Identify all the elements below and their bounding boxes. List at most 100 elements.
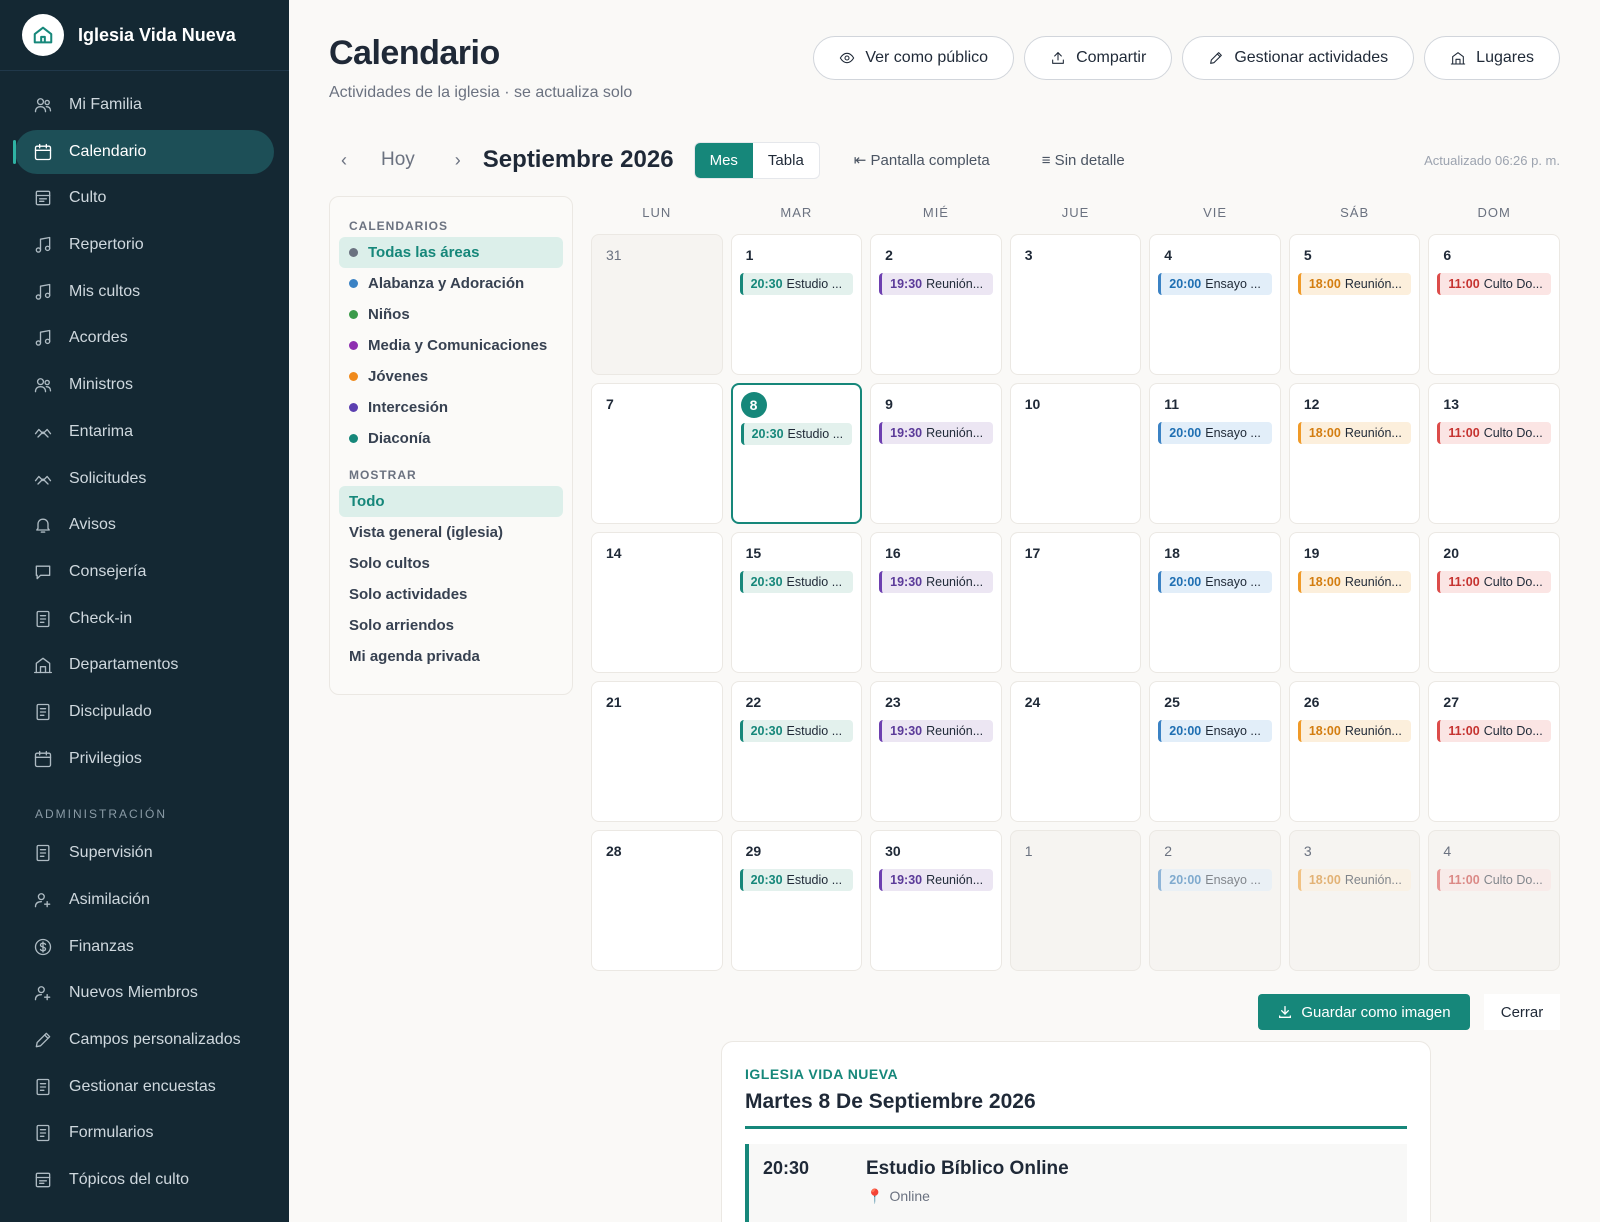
calendar-day-cell[interactable]: 20 11:00 Culto Do... [1428, 532, 1560, 673]
calendar-day-cell[interactable]: 23 19:30 Reunión... [870, 681, 1002, 822]
calendar-filter-item[interactable]: Niños [339, 299, 563, 330]
sidebar-item-privilegios[interactable]: Privilegios [15, 737, 274, 781]
sidebar-item-topicos-del-culto[interactable]: Tópicos del culto [15, 1158, 274, 1202]
calendar-day-cell[interactable]: 10 [1009, 383, 1142, 524]
calendar-event-chip[interactable]: 20:00 Ensayo ... [1158, 720, 1272, 742]
calendar-day-cell[interactable]: 7 [591, 383, 723, 524]
calendar-event-chip[interactable]: 18:00 Reunión... [1297, 422, 1412, 444]
calendar-day-cell[interactable]: 8 20:30 Estudio ... [730, 383, 863, 524]
sidebar-item-avisos[interactable]: Avisos [15, 503, 274, 547]
calendar-day-cell[interactable]: 1 20:30 Estudio ... [730, 234, 863, 375]
fullscreen-button[interactable]: ⇤ Pantalla completa [854, 151, 990, 169]
today-button[interactable]: Hoy [381, 149, 415, 171]
calendar-day-cell[interactable]: 3 18:00 Reunión... [1288, 830, 1421, 971]
calendar-event-chip[interactable]: 20:00 Ensayo ... [1158, 571, 1272, 593]
calendar-event-chip[interactable]: 19:30 Reunión... [879, 720, 993, 742]
calendar-day-cell[interactable]: 27 11:00 Culto Do... [1428, 681, 1560, 822]
calendar-day-cell[interactable]: 2 19:30 Reunión... [870, 234, 1002, 375]
calendar-event-chip[interactable]: 20:00 Ensayo ... [1158, 273, 1272, 295]
calendar-event-chip[interactable]: 20:30 Estudio ... [739, 869, 854, 891]
calendar-event-chip[interactable]: 18:00 Reunión... [1297, 273, 1412, 295]
sidebar-item-finanzas[interactable]: Finanzas [15, 925, 274, 969]
calendar-filter-item[interactable]: Intercesión [339, 392, 563, 423]
calendar-day-cell[interactable]: 14 [591, 532, 723, 673]
calendar-event-chip[interactable]: 11:00 Culto Do... [1437, 869, 1551, 891]
sidebar-item-repertorio[interactable]: Repertorio [15, 223, 274, 267]
sidebar-item-nuevos-miembros[interactable]: Nuevos Miembros [15, 971, 274, 1015]
sidebar-item-gestionar-encuestas[interactable]: Gestionar encuestas [15, 1065, 274, 1109]
calendar-day-cell[interactable]: 26 18:00 Reunión... [1288, 681, 1421, 822]
sidebar-item-acordes[interactable]: Acordes [15, 316, 274, 360]
calendar-day-cell[interactable]: 19 18:00 Reunión... [1288, 532, 1421, 673]
sidebar-item-solicitudes[interactable]: Solicitudes [15, 457, 274, 501]
calendar-event-chip[interactable]: 19:30 Reunión... [879, 273, 993, 295]
calendar-day-cell[interactable]: 24 [1009, 681, 1142, 822]
calendar-event-chip[interactable]: 19:30 Reunión... [879, 869, 993, 891]
calendar-day-cell[interactable]: 12 18:00 Reunión... [1288, 383, 1421, 524]
calendar-event-chip[interactable]: 11:00 Culto Do... [1437, 571, 1551, 593]
calendar-day-cell[interactable]: 3 [1009, 234, 1142, 375]
calendar-event-chip[interactable]: 19:30 Reunión... [879, 571, 993, 593]
calendar-day-cell[interactable]: 5 18:00 Reunión... [1288, 234, 1421, 375]
sidebar-item-departamentos[interactable]: Departamentos [15, 643, 274, 687]
calendar-event-chip[interactable]: 18:00 Reunión... [1297, 720, 1412, 742]
calendar-day-cell[interactable]: 28 [591, 830, 723, 971]
calendar-event-chip[interactable]: 11:00 Culto Do... [1437, 273, 1551, 295]
calendar-event-chip[interactable]: 20:30 Estudio ... [739, 720, 854, 742]
sidebar-item-campos-personalizados[interactable]: Campos personalizados [15, 1018, 274, 1062]
calendar-day-cell[interactable]: 13 11:00 Culto Do... [1428, 383, 1560, 524]
sidebar-item-mi-familia[interactable]: Mi Familia [15, 83, 274, 127]
view-month-tab[interactable]: Mes [694, 142, 753, 178]
calendar-event-chip[interactable]: 20:00 Ensayo ... [1158, 422, 1272, 444]
show-filter-item[interactable]: Todo [339, 486, 563, 517]
calendar-day-cell[interactable]: 15 20:30 Estudio ... [730, 532, 863, 673]
sidebar-item-mis-cultos[interactable]: Mis cultos [15, 270, 274, 314]
card-event[interactable]: 20:30 Estudio Bíblico Online 📍 Online [745, 1144, 1407, 1222]
lugares-button[interactable]: Lugares [1424, 36, 1560, 80]
show-filter-item[interactable]: Solo arriendos [339, 610, 563, 641]
sidebar-item-consejeria[interactable]: Consejería [15, 550, 274, 594]
ver-como-publico-button[interactable]: Ver como público [813, 36, 1015, 80]
prev-month-button[interactable]: ‹ [329, 150, 359, 171]
calendar-day-cell[interactable]: 17 [1009, 532, 1142, 673]
calendar-event-chip[interactable]: 18:00 Reunión... [1297, 869, 1412, 891]
brand[interactable]: Iglesia Vida Nueva [0, 0, 289, 71]
compartir-button[interactable]: Compartir [1024, 36, 1173, 80]
sidebar-item-asimilacion[interactable]: Asimilación [15, 878, 274, 922]
calendar-day-cell[interactable]: 29 20:30 Estudio ... [730, 830, 863, 971]
view-table-tab[interactable]: Tabla [753, 143, 819, 178]
calendar-day-cell[interactable]: 4 11:00 Culto Do... [1428, 830, 1560, 971]
sidebar-item-check-in[interactable]: Check-in [15, 597, 274, 641]
calendar-event-chip[interactable]: 20:00 Ensayo ... [1158, 869, 1272, 891]
sidebar-item-entarima[interactable]: Entarima [15, 410, 274, 454]
show-filter-item[interactable]: Solo cultos [339, 548, 563, 579]
calendar-day-cell[interactable]: 25 20:00 Ensayo ... [1149, 681, 1281, 822]
calendar-filter-item[interactable]: Diaconía [339, 423, 563, 454]
save-as-image-button[interactable]: Guardar como imagen [1258, 994, 1470, 1030]
calendar-day-cell[interactable]: 18 20:00 Ensayo ... [1149, 532, 1281, 673]
calendar-event-chip[interactable]: 11:00 Culto Do... [1437, 720, 1551, 742]
sidebar-item-supervision[interactable]: Supervisión [15, 831, 274, 875]
show-filter-item[interactable]: Mi agenda privada [339, 641, 563, 672]
calendar-event-chip[interactable]: 19:30 Reunión... [879, 422, 993, 444]
sidebar-item-calendario[interactable]: Calendario [13, 129, 274, 174]
calendar-day-cell[interactable]: 31 [591, 234, 723, 375]
calendar-filter-item[interactable]: Alabanza y Adoración [339, 268, 563, 299]
sidebar-item-discipulado[interactable]: Discipulado [15, 690, 274, 734]
gestionar-actividades-button[interactable]: Gestionar actividades [1182, 36, 1415, 80]
calendar-event-chip[interactable]: 18:00 Reunión... [1297, 571, 1412, 593]
sidebar-item-culto[interactable]: Culto [15, 176, 274, 220]
close-button[interactable]: Cerrar [1484, 994, 1560, 1030]
calendar-day-cell[interactable]: 4 20:00 Ensayo ... [1149, 234, 1281, 375]
show-filter-item[interactable]: Vista general (iglesia) [339, 517, 563, 548]
calendar-day-cell[interactable]: 1 [1009, 830, 1142, 971]
calendar-event-chip[interactable]: 11:00 Culto Do... [1437, 422, 1551, 444]
calendar-day-cell[interactable]: 22 20:30 Estudio ... [730, 681, 863, 822]
calendar-event-chip[interactable]: 20:30 Estudio ... [739, 273, 854, 295]
calendar-day-cell[interactable]: 6 11:00 Culto Do... [1428, 234, 1560, 375]
sidebar-item-formularios[interactable]: Formularios [15, 1111, 274, 1155]
calendar-event-chip[interactable]: 20:30 Estudio ... [739, 571, 854, 593]
calendar-day-cell[interactable]: 16 19:30 Reunión... [870, 532, 1002, 673]
calendar-day-cell[interactable]: 2 20:00 Ensayo ... [1149, 830, 1281, 971]
calendar-event-chip[interactable]: 20:30 Estudio ... [740, 423, 853, 445]
